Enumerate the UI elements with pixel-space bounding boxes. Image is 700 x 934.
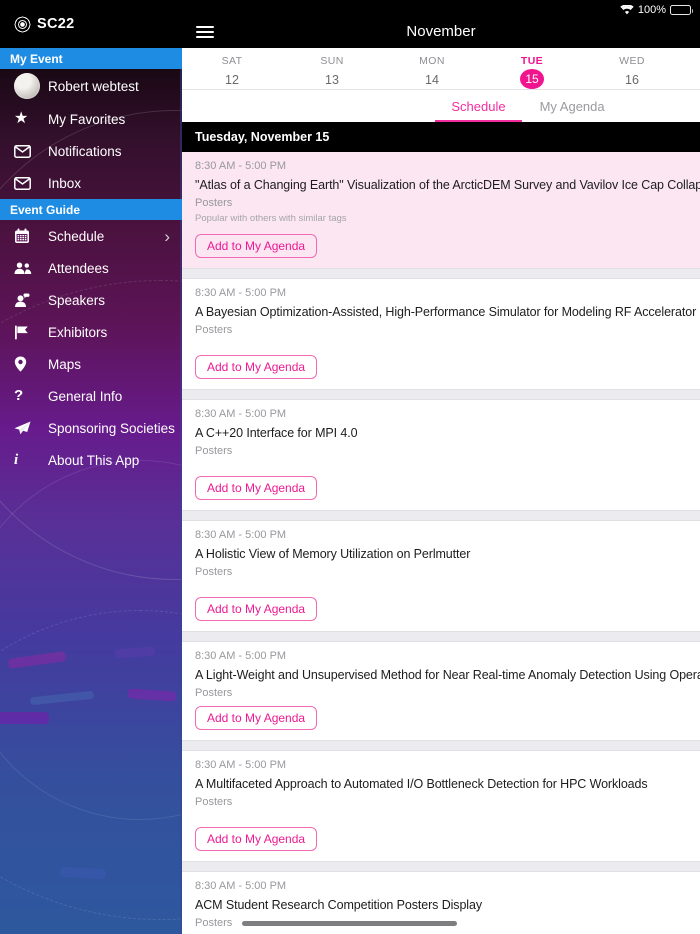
list-divider [182,740,700,751]
battery-percent: 100% [637,4,666,16]
sidebar-item-sponsoring-societies[interactable]: Sponsoring Societies [0,412,182,444]
session-card[interactable]: 8:30 AM - 5:00 PM A Holistic View of Mem… [182,521,700,631]
sidebar-item-attendees[interactable]: Attendees [0,252,182,284]
sidebar-item-about-this-app[interactable]: i About This App [0,444,182,476]
date-picker-row: SAT 12 SUN 13 MON 14 TUE 15 WED 16 [182,48,700,90]
sidebar-item-profile[interactable]: Robert webtest [0,69,182,103]
decorative-dash [127,688,177,702]
add-to-agenda-button[interactable]: Add to My Agenda [195,827,318,851]
add-to-agenda-button[interactable]: Add to My Agenda [195,597,318,621]
add-to-agenda-button[interactable]: Add to My Agenda [195,355,318,379]
session-card[interactable]: 8:30 AM - 5:00 PM A C++20 Interface for … [182,400,700,510]
tab-schedule[interactable]: Schedule [435,90,522,122]
decorative-dash [59,866,107,880]
sidebar-header-event-guide: Event Guide [0,199,182,220]
list-divider [182,631,700,642]
calendar-icon [14,228,48,244]
sc22-logo-text: SC22 [37,16,75,32]
session-type: Posters [195,197,233,209]
map-pin-icon [14,356,48,372]
speaker-icon [14,293,48,308]
session-title: A Light-Weight and Unsupervised Method f… [195,668,700,682]
wifi-icon [620,5,634,15]
profile-name: Robert webtest [48,78,139,94]
sidebar-item-notifications[interactable]: Notifications [0,135,182,167]
session-card[interactable]: 8:30 AM - 5:00 PM A Multifaceted Approac… [182,751,700,861]
session-time: 8:30 AM - 5:00 PM [195,650,287,662]
app-logo: SC22 [0,0,182,48]
decorative-dash [0,712,49,724]
session-type: Posters [195,566,233,578]
decorative-dash [29,690,95,706]
session-title: ACM Student Research Competition Posters… [195,898,482,912]
session-card[interactable]: 8:30 AM - 5:00 PM "Atlas of a Changing E… [182,152,700,268]
add-to-agenda-button[interactable]: Add to My Agenda [195,706,318,730]
decorative-dash [114,646,156,659]
session-title: A C++20 Interface for MPI 4.0 [195,426,358,440]
sidebar-item-inbox[interactable]: Inbox [0,167,182,199]
tab-my-agenda[interactable]: My Agenda [540,90,605,122]
sidebar-item-general-info[interactable]: ? General Info [0,380,182,412]
hamburger-menu-icon[interactable] [196,26,214,41]
tab-bar: Schedule My Agenda [182,90,700,122]
day-tue-15-selected[interactable]: TUE 15 [482,48,582,89]
info-icon: i [14,452,19,468]
attendees-icon [14,262,48,275]
sidebar-header-my-event: My Event [0,48,182,69]
session-type: Posters [195,796,233,808]
envelope-icon [14,176,48,190]
list-divider [182,861,700,872]
list-divider [182,268,700,279]
day-sat-12[interactable]: SAT 12 [182,48,282,89]
day-sun-13[interactable]: SUN 13 [282,48,382,89]
sidebar-item-schedule[interactable]: Schedule › [0,220,182,252]
session-list[interactable]: 8:30 AM - 5:00 PM "Atlas of a Changing E… [182,152,700,934]
app-screen: SC22 My Event Robert webtest ★ My Favori… [0,0,700,934]
decorative-dash [7,651,67,669]
session-popularity-note: Popular with others with similar tags [195,213,347,224]
paper-plane-icon [14,421,48,435]
sidebar-item-my-favorites[interactable]: ★ My Favorites [0,103,182,135]
sidebar-item-speakers[interactable]: Speakers [0,284,182,316]
session-card[interactable]: 8:30 AM - 5:00 PM A Bayesian Optimizatio… [182,279,700,389]
top-navbar: November 100% [182,0,700,48]
session-time: 8:30 AM - 5:00 PM [195,160,287,172]
session-type: Posters [195,445,233,457]
avatar [14,73,40,99]
session-title: A Multifaceted Approach to Automated I/O… [195,777,648,791]
session-time: 8:30 AM - 5:00 PM [195,287,287,299]
battery-icon [670,5,693,15]
session-title: A Bayesian Optimization-Assisted, High-P… [195,305,700,319]
session-card[interactable]: 8:30 AM - 5:00 PM A Light-Weight and Uns… [182,642,700,740]
question-icon: ? [14,387,24,404]
decorative-arc [0,460,182,820]
main-content: November 100% SAT 12 SUN 13 MON 14 TUE 1… [182,0,700,934]
session-time: 8:30 AM - 5:00 PM [195,880,287,892]
horizontal-scrollbar[interactable] [242,921,457,926]
list-divider [182,510,700,521]
session-time: 8:30 AM - 5:00 PM [195,408,287,420]
flag-icon [14,325,48,340]
status-bar: 100% [620,4,693,16]
session-time: 8:30 AM - 5:00 PM [195,529,287,541]
session-type: Posters [195,324,233,336]
sc22-logo-icon [14,15,31,33]
session-type: Posters [195,687,233,699]
list-divider [182,389,700,400]
sidebar-item-maps[interactable]: Maps [0,348,182,380]
day-wed-16[interactable]: WED 16 [582,48,682,89]
add-to-agenda-button[interactable]: Add to My Agenda [195,234,318,258]
star-icon: ★ [14,110,29,127]
day-mon-14[interactable]: MON 14 [382,48,482,89]
add-to-agenda-button[interactable]: Add to My Agenda [195,476,318,500]
session-time: 8:30 AM - 5:00 PM [195,759,287,771]
session-title: "Atlas of a Changing Earth" Visualizatio… [195,178,700,192]
sidebar-menu: SC22 My Event Robert webtest ★ My Favori… [0,0,182,934]
date-section-header: Tuesday, November 15 [182,122,700,152]
decorative-arc [0,610,182,934]
session-title: A Holistic View of Memory Utilization on… [195,547,471,561]
envelope-icon [14,144,48,158]
chevron-right-icon: › [164,226,170,246]
sidebar-item-exhibitors[interactable]: Exhibitors [0,316,182,348]
